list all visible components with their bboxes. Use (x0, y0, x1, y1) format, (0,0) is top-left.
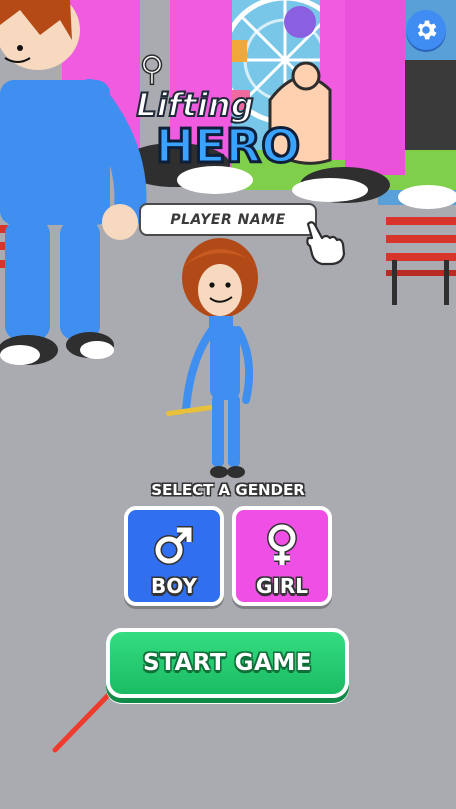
boy-label: BOY (150, 574, 197, 598)
red-arrow-icon (50, 660, 142, 755)
start-game-label: START GAME (143, 650, 312, 676)
boy-button[interactable]: BOY (124, 506, 224, 606)
settings-button[interactable] (406, 10, 446, 50)
pointing-hand-icon (306, 221, 346, 266)
gear-icon (417, 20, 437, 40)
svg-text:⚲: ⚲ (140, 49, 165, 89)
select-gender-label: SELECT A GENDER (151, 481, 305, 499)
male-symbol-icon (151, 522, 197, 568)
female-symbol-icon (259, 522, 305, 568)
girl-button[interactable]: GIRL (232, 506, 332, 606)
girl-label: GIRL (255, 574, 308, 598)
start-game-button[interactable]: START GAME (106, 628, 349, 698)
player-name-input[interactable]: PLAYER NAME (139, 203, 317, 236)
logo-line2: HERO (156, 119, 300, 173)
game-screen: ⚲ Lifting HERO PLAYER NAME SELECT A GEND… (0, 0, 456, 809)
